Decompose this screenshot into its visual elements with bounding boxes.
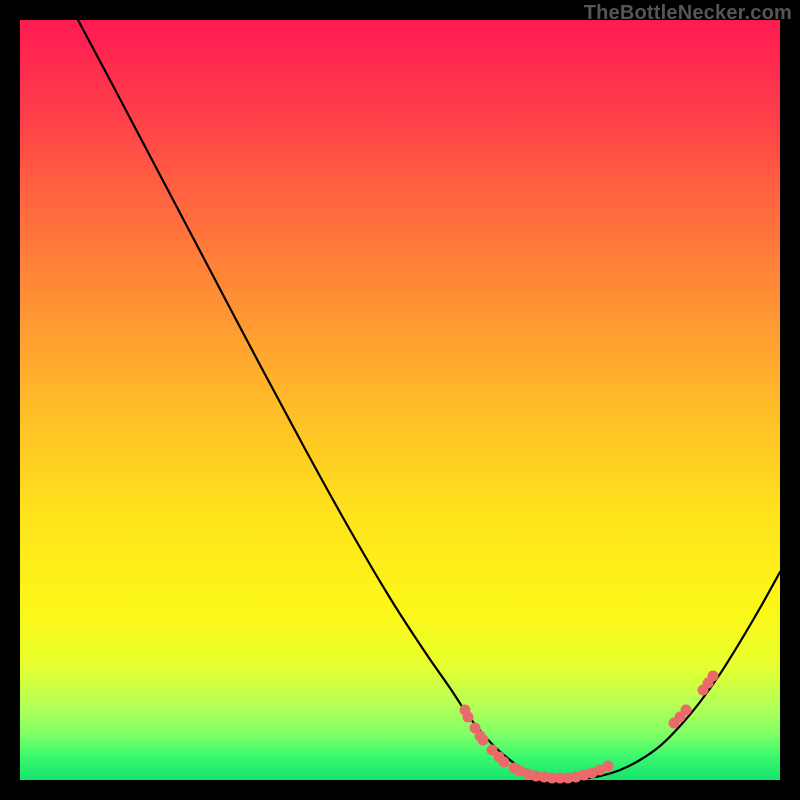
data-point [499, 757, 510, 768]
data-point [463, 712, 474, 723]
data-point [603, 761, 614, 772]
bottleneck-chart [20, 20, 780, 780]
data-point [478, 735, 489, 746]
data-point [708, 671, 719, 682]
data-point [681, 705, 692, 716]
bottleneck-curve [78, 20, 780, 779]
attribution-text: TheBottleNecker.com [584, 2, 792, 25]
